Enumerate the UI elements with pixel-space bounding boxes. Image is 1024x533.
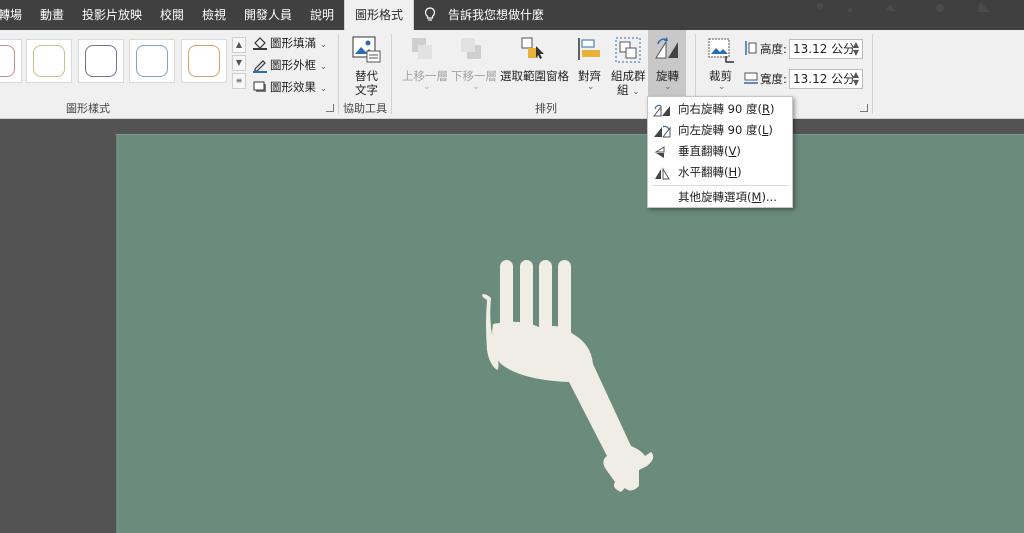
alt-text-button-line2[interactable]: 文字 xyxy=(355,82,378,98)
tab-developer[interactable]: 開發人員 xyxy=(244,0,292,30)
tab-review[interactable]: 校閱 xyxy=(160,0,184,30)
chevron-down-icon: ⌄ xyxy=(718,82,726,92)
chevron-down-icon: ⌄ xyxy=(319,40,328,50)
lightbulb-icon[interactable] xyxy=(424,7,436,27)
rotate-icon xyxy=(654,36,680,66)
height-value: 13.12 公分 xyxy=(793,42,856,56)
tab-slide-show[interactable]: 投影片放映 xyxy=(82,0,142,30)
menu-item-tail: )... xyxy=(761,190,777,204)
menu-item-accelerator: M xyxy=(751,190,762,204)
group-objects-icon xyxy=(614,36,642,68)
chevron-down-icon: ⌄ xyxy=(319,84,328,94)
style-swatch-5[interactable] xyxy=(181,39,227,83)
style-swatch-4[interactable] xyxy=(129,39,175,83)
background-decoration-icon xyxy=(780,0,1024,34)
chevron-down-icon: ⌄ xyxy=(587,82,595,92)
menu-item-rotate-left-90[interactable]: 向左旋轉 90 度(L) xyxy=(648,119,792,140)
tab-animations[interactable]: 動畫 xyxy=(40,0,64,30)
style-swatch-1[interactable] xyxy=(0,39,22,83)
group-separator xyxy=(872,34,873,114)
flip-horizontal-icon xyxy=(653,165,671,184)
shape-effects-icon xyxy=(252,79,268,99)
width-value: 13.12 公分 xyxy=(793,72,856,86)
gallery-scroll-down-button[interactable]: ▼ xyxy=(232,55,246,71)
chevron-down-icon: ⌄ xyxy=(319,62,328,72)
menu-item-tail: ) xyxy=(736,144,741,158)
ribbon-tab-bar: 轉場 動畫 投影片放映 校閱 檢視 開發人員 說明 圖形格式 告訴我您想做什麼 xyxy=(0,0,1024,30)
menu-item-text: 向右旋轉 90 度( xyxy=(678,102,762,116)
slide-canvas[interactable] xyxy=(115,134,1024,533)
group-separator xyxy=(338,34,339,114)
align-icon xyxy=(577,36,603,66)
group-objects-label: 組 xyxy=(617,83,629,97)
rotate-button[interactable]: 旋轉 ⌄ xyxy=(648,30,686,96)
menu-item-flip-horizontal[interactable]: 水平翻轉(H) xyxy=(648,161,792,182)
send-backward-icon xyxy=(459,36,483,66)
shape-outline-label: 圖形外框 xyxy=(270,58,316,72)
menu-item-label: 向右旋轉 90 度(R) xyxy=(678,101,774,117)
shape-outline-button[interactable]: 圖形外框 ⌄ xyxy=(270,57,327,73)
menu-item-rotate-right-90[interactable]: 向右旋轉 90 度(R) xyxy=(648,98,792,119)
pen-outline-icon xyxy=(252,57,268,77)
rotate-dropdown-menu: 向右旋轉 90 度(R) 向左旋轉 90 度(L) 垂直翻轉(V) 水平翻轉(H… xyxy=(647,96,793,208)
menu-item-flip-vertical[interactable]: 垂直翻轉(V) xyxy=(648,140,792,161)
menu-item-accelerator: R xyxy=(761,102,770,116)
tab-help[interactable]: 說明 xyxy=(310,0,334,30)
menu-item-label: 垂直翻轉(V) xyxy=(678,143,741,159)
chevron-down-icon: ⌄ xyxy=(423,82,431,92)
menu-item-text: 水平翻轉( xyxy=(678,165,729,179)
chevron-down-icon: ⌄ xyxy=(472,82,480,92)
menu-item-text: 垂直翻轉( xyxy=(678,144,729,158)
group-separator xyxy=(391,34,392,114)
shape-height-icon xyxy=(743,40,757,60)
tab-shape-format[interactable]: 圖形格式 xyxy=(344,0,415,30)
paint-bucket-icon xyxy=(252,35,268,55)
tab-transitions[interactable]: 轉場 xyxy=(0,0,22,30)
menu-item-text: 其他旋轉選項( xyxy=(678,190,752,204)
selection-pane-icon xyxy=(520,36,546,66)
dialog-launcher-icon[interactable] xyxy=(860,104,868,112)
spinner-arrows-icon[interactable]: ▲ ▼ xyxy=(853,71,859,87)
crop-icon xyxy=(706,36,736,68)
height-label: 高度: xyxy=(760,42,787,56)
shape-effects-label: 圖形效果 xyxy=(270,80,316,94)
alt-text-icon xyxy=(351,35,381,67)
menu-item-label: 其他旋轉選項(M)... xyxy=(678,189,777,205)
style-swatch-3[interactable] xyxy=(78,39,124,83)
group-label-arrange: 排列 xyxy=(535,102,557,115)
selection-pane-button[interactable]: 選取範圍窗格 xyxy=(500,68,569,84)
height-input[interactable]: 13.12 公分 ▲ ▼ xyxy=(789,39,863,59)
shape-effects-button[interactable]: 圖形效果 ⌄ xyxy=(270,79,327,95)
tab-view[interactable]: 檢視 xyxy=(202,0,226,30)
group-label-shape-styles: 圖形樣式 xyxy=(66,102,110,115)
ribbon: ▲ ▼ ≡ 圖形填滿 ⌄ 圖形外框 ⌄ 圖形效果 ⌄ 圖形樣式 替代 文字 協助… xyxy=(0,30,1024,119)
group-objects-button-line2[interactable]: 組 ⌄ xyxy=(617,82,640,98)
menu-item-tail: ) xyxy=(737,165,742,179)
shape-fill-label: 圖形填滿 xyxy=(270,36,316,50)
menu-item-tail: ) xyxy=(769,102,775,116)
gallery-more-button[interactable]: ≡ xyxy=(232,73,246,89)
chevron-down-icon: ⌄ xyxy=(664,82,672,92)
menu-item-tail: ) xyxy=(768,123,773,137)
spinner-arrows-icon[interactable]: ▲ ▼ xyxy=(853,41,859,57)
width-input[interactable]: 13.12 公分 ▲ ▼ xyxy=(789,69,863,89)
bring-forward-icon xyxy=(410,36,434,66)
menu-item-label: 向左旋轉 90 度(L) xyxy=(678,122,773,138)
menu-item-more-rotation-options[interactable]: 其他旋轉選項(M)... xyxy=(648,186,792,207)
width-label: 寬度: xyxy=(760,72,787,86)
menu-item-label: 水平翻轉(H) xyxy=(678,164,742,180)
menu-item-text: 向左旋轉 90 度( xyxy=(678,123,762,137)
tell-me-search[interactable]: 告訴我您想做什麼 xyxy=(448,0,544,30)
shape-width-icon xyxy=(743,71,759,90)
hand-shape-graphic[interactable] xyxy=(481,260,681,504)
group-label-accessibility: 協助工具 xyxy=(343,102,387,115)
gallery-scroll-up-button[interactable]: ▲ xyxy=(232,37,246,53)
shape-fill-button[interactable]: 圖形填滿 ⌄ xyxy=(270,35,327,51)
style-swatch-2[interactable] xyxy=(26,39,72,83)
chevron-down-icon: ⌄ xyxy=(632,87,640,97)
dialog-launcher-icon[interactable] xyxy=(326,104,334,112)
menu-item-accelerator: H xyxy=(728,165,738,179)
